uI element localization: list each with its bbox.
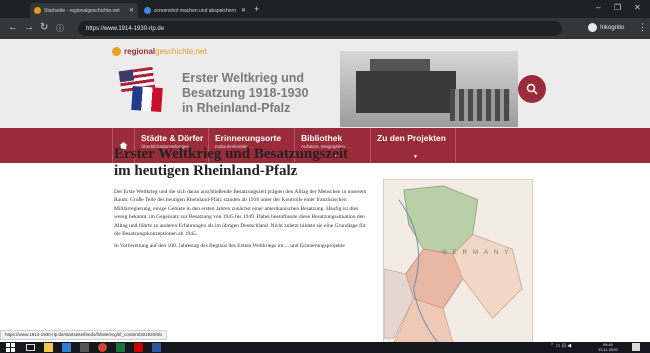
maximize-icon[interactable]: ❐ bbox=[614, 3, 621, 12]
site-header: regional geschichte.net Erster Weltkrieg… bbox=[0, 39, 650, 128]
forward-icon[interactable]: → bbox=[24, 22, 34, 34]
article-paragraph: Der Erste Weltkrieg und die sich daran a… bbox=[114, 189, 367, 238]
task-view-icon[interactable] bbox=[26, 344, 35, 351]
occupation-map[interactable]: GERMANY bbox=[383, 179, 533, 342]
french-flag-icon bbox=[131, 85, 163, 113]
profile-name: Inkognito bbox=[600, 24, 625, 31]
minimize-icon[interactable]: – bbox=[596, 3, 600, 12]
url-text[interactable]: https://www.1914-1930-rlp.de bbox=[86, 26, 164, 32]
new-tab-button[interactable]: + bbox=[254, 4, 259, 14]
close-tab-icon[interactable]: ✕ bbox=[241, 7, 246, 14]
excel-icon[interactable] bbox=[116, 343, 125, 352]
search-icon bbox=[526, 83, 538, 95]
logo-sun-icon bbox=[112, 47, 121, 56]
chrome-icon[interactable] bbox=[98, 343, 107, 352]
reload-icon[interactable]: ↻ bbox=[40, 22, 48, 34]
clock-date: 13.11.2020 bbox=[598, 346, 618, 352]
nav-label: Erinnerungsorte bbox=[215, 133, 282, 143]
search-button[interactable] bbox=[518, 75, 546, 103]
article-title-line: Erster Weltkrieg und Besatzungszeit bbox=[114, 146, 349, 162]
article-paragraph: In Vorbereitung auf den 100. Jahrestag d… bbox=[114, 243, 345, 250]
close-tab-icon[interactable]: ✕ bbox=[129, 7, 134, 14]
taskbar-clock[interactable]: 09:40 13.11.2020 bbox=[598, 342, 618, 352]
historic-photo bbox=[340, 51, 518, 127]
map-country-label: GERMANY bbox=[442, 250, 515, 256]
notification-icon[interactable] bbox=[632, 343, 640, 351]
close-window-icon[interactable]: ✕ bbox=[634, 3, 641, 12]
nav-label: Städte & Dörfer bbox=[141, 133, 204, 143]
windows-start-icon[interactable] bbox=[6, 343, 15, 352]
article-body: Der Erste Weltkrieg und die sich daran a… bbox=[114, 188, 370, 251]
site-logo[interactable]: regional geschichte.net bbox=[112, 47, 207, 56]
logo-text-rest: geschichte.net bbox=[155, 47, 207, 56]
incognito-icon bbox=[588, 23, 597, 32]
article-title: Erster Weltkrieg und Besatzungszeit im h… bbox=[114, 146, 384, 180]
tab-title: screenshot machen und abspeichern bbox=[154, 7, 236, 14]
site-info-icon[interactable]: ⓘ bbox=[56, 23, 64, 35]
hero-title: Erster Weltkrieg und Besatzung 1918-1930… bbox=[182, 71, 322, 116]
chevron-down-icon: ▼ bbox=[413, 154, 418, 160]
nav-label: Bibliothek bbox=[301, 133, 343, 143]
hero-title-line: Besatzung 1918-1930 bbox=[182, 86, 309, 100]
tab-screenshot[interactable]: screenshot machen und abspeichern ✕ bbox=[140, 3, 250, 18]
nav-label: Zu den Projekten bbox=[377, 133, 446, 143]
web-page: regional geschichte.net Erster Weltkrieg… bbox=[0, 39, 650, 342]
logo-text-regional: regional bbox=[124, 47, 156, 56]
article-title-line: im heutigen Rheinland-Pfalz bbox=[114, 163, 298, 179]
edge-icon[interactable] bbox=[62, 343, 71, 352]
back-icon[interactable]: ← bbox=[8, 22, 18, 34]
file-explorer-icon[interactable] bbox=[44, 343, 53, 352]
hero-title-line: in Rheinland-Pfalz bbox=[182, 101, 291, 115]
browser-menu-icon[interactable]: ⋮ bbox=[638, 22, 647, 33]
map-graphic bbox=[384, 185, 523, 342]
tab-regionalgeschichte[interactable]: Startseite - regionalgeschichte.net ✕ bbox=[30, 3, 138, 18]
system-tray-icons[interactable]: ⌃ ▭ ⊡ ◀ bbox=[550, 343, 571, 349]
browser-tab-strip: Startseite - regionalgeschichte.net ✕ sc… bbox=[0, 0, 650, 18]
store-icon[interactable] bbox=[80, 343, 89, 352]
browser-toolbar: ← → ↻ ⓘ https://www.1914-1930-rlp.de Ink… bbox=[0, 18, 650, 39]
hero-title-line: Erster Weltkrieg und bbox=[182, 71, 305, 85]
site-favicon-icon bbox=[34, 7, 41, 14]
incognito-profile[interactable]: Inkognito bbox=[588, 23, 624, 32]
windows-taskbar: ⌃ ▭ ⊡ ◀ 09:40 13.11.2020 bbox=[0, 342, 650, 353]
acrobat-icon[interactable] bbox=[134, 343, 143, 352]
tab-title: Startseite - regionalgeschichte.net bbox=[44, 7, 120, 14]
flags-image bbox=[118, 66, 166, 117]
google-favicon-icon bbox=[144, 7, 151, 14]
word-icon[interactable] bbox=[152, 343, 161, 352]
address-bar[interactable]: https://www.1914-1930-rlp.de bbox=[78, 21, 562, 36]
status-url-bubble: https://www.1914-1930-rlp.de/startseite/… bbox=[0, 330, 168, 340]
